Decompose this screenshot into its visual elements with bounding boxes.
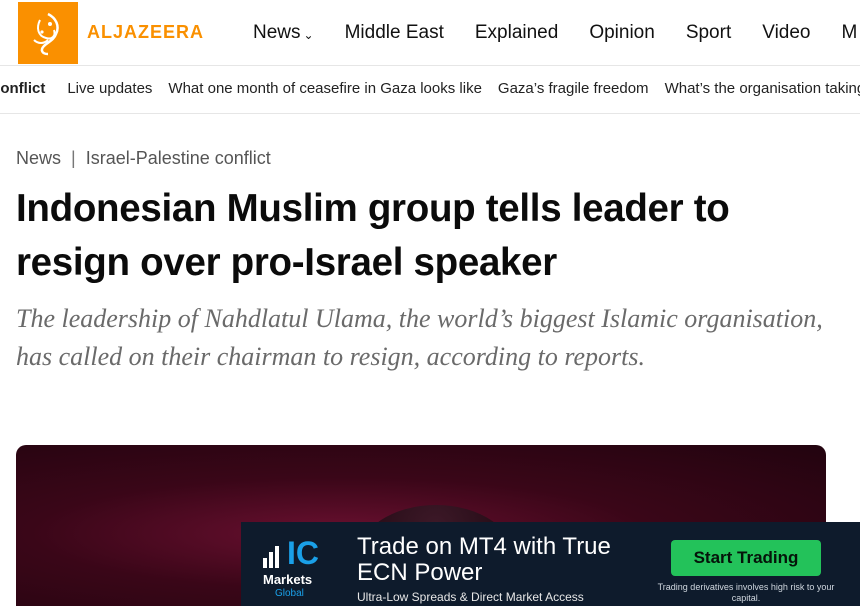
ad-brand-ic: IC	[287, 535, 319, 571]
main-nav: News ⌄ Middle East Explained Opinion Spo…	[253, 0, 860, 66]
subnav-topic[interactable]: conflict	[0, 80, 45, 97]
nav-video[interactable]: Video	[762, 22, 810, 44]
nav-explained[interactable]: Explained	[475, 22, 558, 44]
breadcrumb-topic[interactable]: Israel-Palestine conflict	[86, 148, 271, 169]
aljazeera-logo-icon[interactable]	[18, 2, 78, 64]
breadcrumb-separator: |	[71, 148, 76, 168]
subnav-link[interactable]: What one month of ceasefire in Gaza look…	[168, 80, 482, 97]
nav-opinion[interactable]: Opinion	[589, 22, 655, 44]
subnav-link[interactable]: Live updates	[67, 80, 152, 97]
bar-chart-icon	[263, 546, 279, 568]
ad-subline: Ultra-Low Spreads & Direct Market Access	[357, 590, 584, 604]
calligraphy-icon	[33, 12, 59, 56]
article-standfirst: The leadership of Nahdlatul Ulama, the w…	[16, 304, 823, 371]
ad-brand-markets: Markets	[263, 572, 313, 587]
advertisement-banner[interactable]: IC Markets Global Trade on MT4 with True…	[241, 522, 860, 606]
breadcrumb-news[interactable]: News	[16, 148, 61, 169]
nav-sport[interactable]: Sport	[686, 22, 731, 44]
ad-brand-logo: IC Markets Global	[261, 536, 333, 600]
nav-news-label: News	[253, 22, 301, 43]
article-headline: Indonesian Muslim group tells leader to …	[16, 187, 730, 284]
ad-risk-warning: Trading derivatives involves high risk t…	[657, 582, 835, 603]
nav-more-truncated[interactable]: M	[842, 22, 858, 44]
start-trading-button[interactable]: Start Trading	[671, 540, 821, 576]
breadcrumb: News | Israel-Palestine conflict	[16, 148, 271, 169]
subnav-link[interactable]: Gaza’s fragile freedom	[498, 80, 649, 97]
topic-subnav: conflict Live updates What one month of …	[0, 66, 860, 114]
logo-wordmark[interactable]: ALJAZEERA	[87, 22, 204, 43]
nav-middle-east[interactable]: Middle East	[345, 22, 444, 44]
nav-news[interactable]: News ⌄	[253, 22, 314, 44]
site-header: ALJAZEERA News ⌄ Middle East Explained O…	[0, 0, 860, 66]
ad-brand-global: Global	[275, 588, 304, 599]
chevron-down-icon: ⌄	[303, 27, 314, 42]
ad-headline: Trade on MT4 with True ECN Power	[357, 533, 611, 586]
subnav-link[interactable]: What’s the organisation taking	[665, 80, 860, 97]
